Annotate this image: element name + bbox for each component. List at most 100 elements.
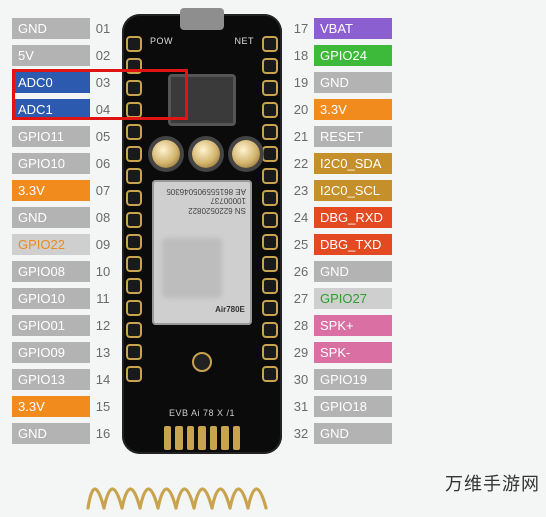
module-logo: Air780E: [214, 299, 246, 319]
pin-hole: [262, 80, 278, 96]
pin-hole: [262, 212, 278, 228]
push-button: [232, 140, 260, 168]
pin-label: SPK+: [314, 315, 392, 336]
pin-label: GPIO19: [314, 369, 392, 390]
left-pin-table: GND5VADC0ADC1GPIO11GPIO103.3VGNDGPIO22GP…: [12, 18, 116, 444]
pin-label: GPIO27: [314, 288, 392, 309]
pin-number: 28: [288, 315, 314, 336]
pin-number: 31: [288, 396, 314, 417]
pin-number: 32: [288, 423, 314, 444]
pin-hole: [126, 146, 142, 162]
board-label-net: NET: [235, 36, 255, 46]
pin-number: 14: [90, 369, 116, 390]
pin-hole: [262, 300, 278, 316]
rf-module: SN 6220520822 10000737 AE 86155590504630…: [152, 180, 252, 325]
pin-number: 26: [288, 261, 314, 282]
pin-hole: [126, 278, 142, 294]
pin-header-left: [126, 36, 142, 382]
module-serial: SN 6220520822 10000737 AE 86155590504630…: [152, 186, 246, 215]
pin-number: 19: [288, 72, 314, 93]
pin-number: 20: [288, 99, 314, 120]
pin-label: VBAT: [314, 18, 392, 39]
pin-hole: [126, 58, 142, 74]
pin-label: I2C0_SCL: [314, 180, 392, 201]
pin-number: 01: [90, 18, 116, 39]
pin-label: 3.3V: [314, 99, 392, 120]
pin-number: 04: [90, 99, 116, 120]
pin-hole: [262, 278, 278, 294]
pin-hole: [262, 234, 278, 250]
pin-header-right: [262, 36, 278, 382]
pin-hole: [126, 80, 142, 96]
pin-hole: [126, 234, 142, 250]
pin-hole: [126, 300, 142, 316]
pin-hole: [262, 256, 278, 272]
pin-label: GND: [12, 423, 90, 444]
pin-hole: [126, 36, 142, 52]
pin-label: GND: [314, 261, 392, 282]
pin-hole: [262, 58, 278, 74]
pin-label: RESET: [314, 126, 392, 147]
button-row: [152, 140, 260, 168]
pin-label: GPIO10: [12, 288, 90, 309]
pin-label: GND: [12, 18, 90, 39]
pin-label: GPIO10: [12, 153, 90, 174]
module-blur: [162, 238, 222, 298]
watermark-text: 万维手游网: [445, 470, 540, 496]
ufl-connector: [192, 352, 212, 372]
pin-hole: [126, 190, 142, 206]
usb-connector: [180, 8, 224, 30]
pin-number: 25: [288, 234, 314, 255]
pin-label: ADC0: [12, 72, 90, 93]
board-label-pow: POW: [150, 36, 173, 46]
push-button: [192, 140, 220, 168]
pin-number: 05: [90, 126, 116, 147]
pin-label: ADC1: [12, 99, 90, 120]
pin-number: 13: [90, 342, 116, 363]
pin-label: SPK-: [314, 342, 392, 363]
pinout-diagram: GND5VADC0ADC1GPIO11GPIO103.3VGNDGPIO22GP…: [0, 0, 546, 454]
pin-hole: [262, 322, 278, 338]
pin-number: 07: [90, 180, 116, 201]
pin-number: 03: [90, 72, 116, 93]
pin-number: 21: [288, 126, 314, 147]
board-silk-text: EVB Ai 78 X /1: [122, 408, 282, 418]
pin-hole: [262, 366, 278, 382]
pin-hole: [262, 124, 278, 140]
pin-hole: [262, 36, 278, 52]
pin-hole: [262, 102, 278, 118]
push-button: [152, 140, 180, 168]
pin-number: 27: [288, 288, 314, 309]
pin-hole: [262, 168, 278, 184]
right-pin-table: VBAT GPIO24 GND 3.3V RESET I2C0_SDA I2C0_SCL DB…: [288, 18, 392, 444]
pin-number: 09: [90, 234, 116, 255]
pin-number: 29: [288, 342, 314, 363]
pin-number: 23: [288, 180, 314, 201]
pin-label: 5V: [12, 45, 90, 66]
pin-number: 24: [288, 207, 314, 228]
pin-hole: [126, 366, 142, 382]
pin-number: 10: [90, 261, 116, 282]
pin-label: I2C0_SDA: [314, 153, 392, 174]
pin-hole: [126, 168, 142, 184]
pin-label: GPIO09: [12, 342, 90, 363]
pin-hole: [126, 102, 142, 118]
pin-label: GND: [12, 207, 90, 228]
pin-hole: [262, 344, 278, 360]
antenna-pads: [164, 426, 240, 450]
pin-hole: [126, 322, 142, 338]
pin-label: GPIO08: [12, 261, 90, 282]
pin-label: GPIO18: [314, 396, 392, 417]
pin-label: GND: [314, 423, 392, 444]
pin-label: GPIO24: [314, 45, 392, 66]
pin-number: 30: [288, 369, 314, 390]
pin-number: 08: [90, 207, 116, 228]
pin-hole: [262, 190, 278, 206]
pin-hole: [126, 212, 142, 228]
pin-hole: [126, 256, 142, 272]
pin-label: DBG_TXD: [314, 234, 392, 255]
pin-number: 02: [90, 45, 116, 66]
pin-number: 16: [90, 423, 116, 444]
inductor: [168, 74, 236, 126]
helical-antenna: [86, 468, 276, 512]
